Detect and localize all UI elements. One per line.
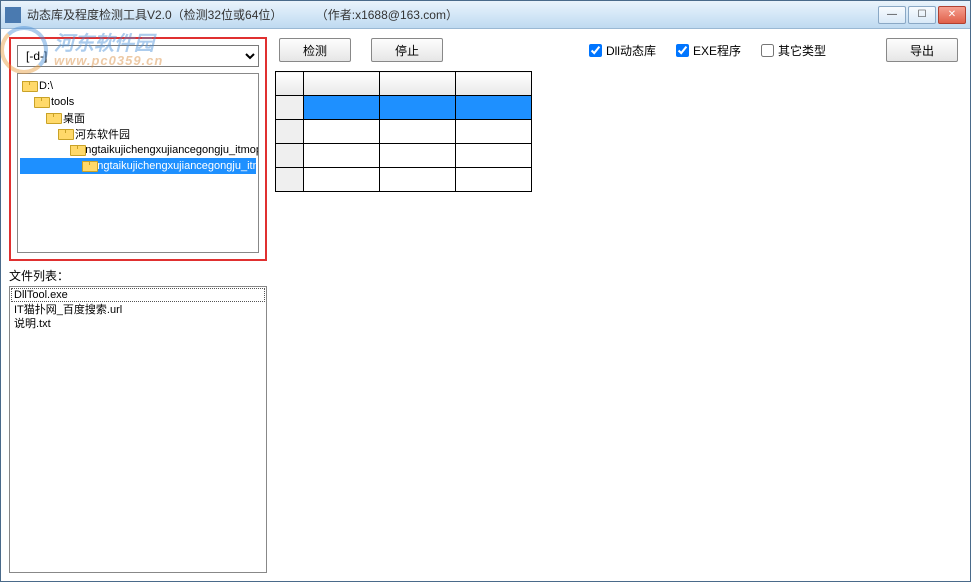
highlight-box: [-d-] D:\ tools 桌面 [9,37,267,261]
tree-label: dongtaikujichengxujiancegongju_itmop. [85,160,259,172]
grid-col-header[interactable] [456,72,532,96]
tree-label: 河东软件园 [75,126,130,142]
file-name: 说明.txt [14,318,51,330]
export-button[interactable]: 导出 [886,38,958,62]
grid-cell[interactable] [304,144,380,168]
folder-tree[interactable]: D:\ tools 桌面 河东软件园 [17,73,259,253]
grid-row-header[interactable] [276,168,304,192]
left-pane: [-d-] D:\ tools 桌面 [9,37,267,573]
grid-cell[interactable] [380,120,456,144]
right-pane: 检测 停止 Dll动态库 EXE程序 其它类型 导出 [275,37,962,573]
check-exe-input[interactable] [676,44,689,57]
tree-label: dongtaikujichengxujiancegongju_itmop.c [73,144,259,156]
grid-cell[interactable] [456,120,532,144]
window-title: 动态库及程度检测工具V2.0（检测32位或64位） [27,8,282,22]
grid-cell[interactable] [380,168,456,192]
folder-icon [22,81,36,92]
app-icon [5,7,21,23]
window-author: （作者:x1688@163.com） [316,8,458,22]
window-controls: — ☐ ✕ [878,6,966,24]
file-item[interactable]: DllTool.exe [11,288,265,302]
folder-icon [46,113,60,124]
grid-cell[interactable] [456,168,532,192]
check-other-label: 其它类型 [778,42,826,59]
stop-button[interactable]: 停止 [371,38,443,62]
grid-cell[interactable] [304,168,380,192]
detect-button[interactable]: 检测 [279,38,351,62]
folder-icon [34,97,48,108]
minimize-button[interactable]: — [878,6,906,24]
file-item[interactable]: 说明.txt [12,315,264,329]
tree-item[interactable]: D:\ [20,78,256,94]
tree-item[interactable]: 桌面 [20,110,256,126]
maximize-button[interactable]: ☐ [908,6,936,24]
toolbar: 检测 停止 Dll动态库 EXE程序 其它类型 导出 [275,37,962,71]
grid-cell[interactable] [304,96,380,120]
check-exe-label: EXE程序 [693,42,741,59]
tree-label: D:\ [39,80,53,92]
grid-row-header[interactable] [276,96,304,120]
grid-row-header[interactable] [276,144,304,168]
tree-item[interactable]: tools [20,94,256,110]
titlebar-text: 动态库及程度检测工具V2.0（检测32位或64位） （作者:x1688@163.… [27,6,878,23]
grid-cell[interactable] [456,96,532,120]
grid-row-header[interactable] [276,120,304,144]
grid-header-row [276,72,532,96]
grid-col-header[interactable] [380,72,456,96]
grid-corner[interactable] [276,72,304,96]
grid-row[interactable] [276,144,532,168]
grid-row-selected[interactable] [276,96,532,120]
tree-item[interactable]: 河东软件园 [20,126,256,142]
check-dll-label: Dll动态库 [606,42,656,59]
grid-table [275,71,532,192]
close-button[interactable]: ✕ [938,6,966,24]
check-other[interactable]: 其它类型 [761,42,826,59]
content-area: [-d-] D:\ tools 桌面 [1,29,970,581]
check-other-input[interactable] [761,44,774,57]
grid-col-header[interactable] [304,72,380,96]
tree-item-selected[interactable]: dongtaikujichengxujiancegongju_itmop. [20,158,256,174]
filelist-label: 文件列表： [9,267,267,284]
grid-cell[interactable] [304,120,380,144]
check-dll-input[interactable] [589,44,602,57]
tree-item[interactable]: dongtaikujichengxujiancegongju_itmop.c [20,142,256,158]
tree-label: tools [51,96,74,108]
results-grid[interactable] [275,71,962,573]
file-name: DllTool.exe [14,289,68,301]
grid-cell[interactable] [456,144,532,168]
grid-cell[interactable] [380,144,456,168]
grid-cell[interactable] [380,96,456,120]
folder-icon [58,129,72,140]
grid-row[interactable] [276,168,532,192]
check-dll[interactable]: Dll动态库 [589,42,656,59]
grid-row[interactable] [276,120,532,144]
file-item[interactable]: IT猫扑网_百度搜索.url [12,301,264,315]
titlebar[interactable]: 动态库及程度检测工具V2.0（检测32位或64位） （作者:x1688@163.… [1,1,970,29]
file-list[interactable]: DllTool.exe IT猫扑网_百度搜索.url 说明.txt [9,286,267,573]
app-window: 动态库及程度检测工具V2.0（检测32位或64位） （作者:x1688@163.… [0,0,971,582]
drive-select[interactable]: [-d-] [17,45,259,67]
tree-label: 桌面 [63,110,85,126]
check-exe[interactable]: EXE程序 [676,42,741,59]
